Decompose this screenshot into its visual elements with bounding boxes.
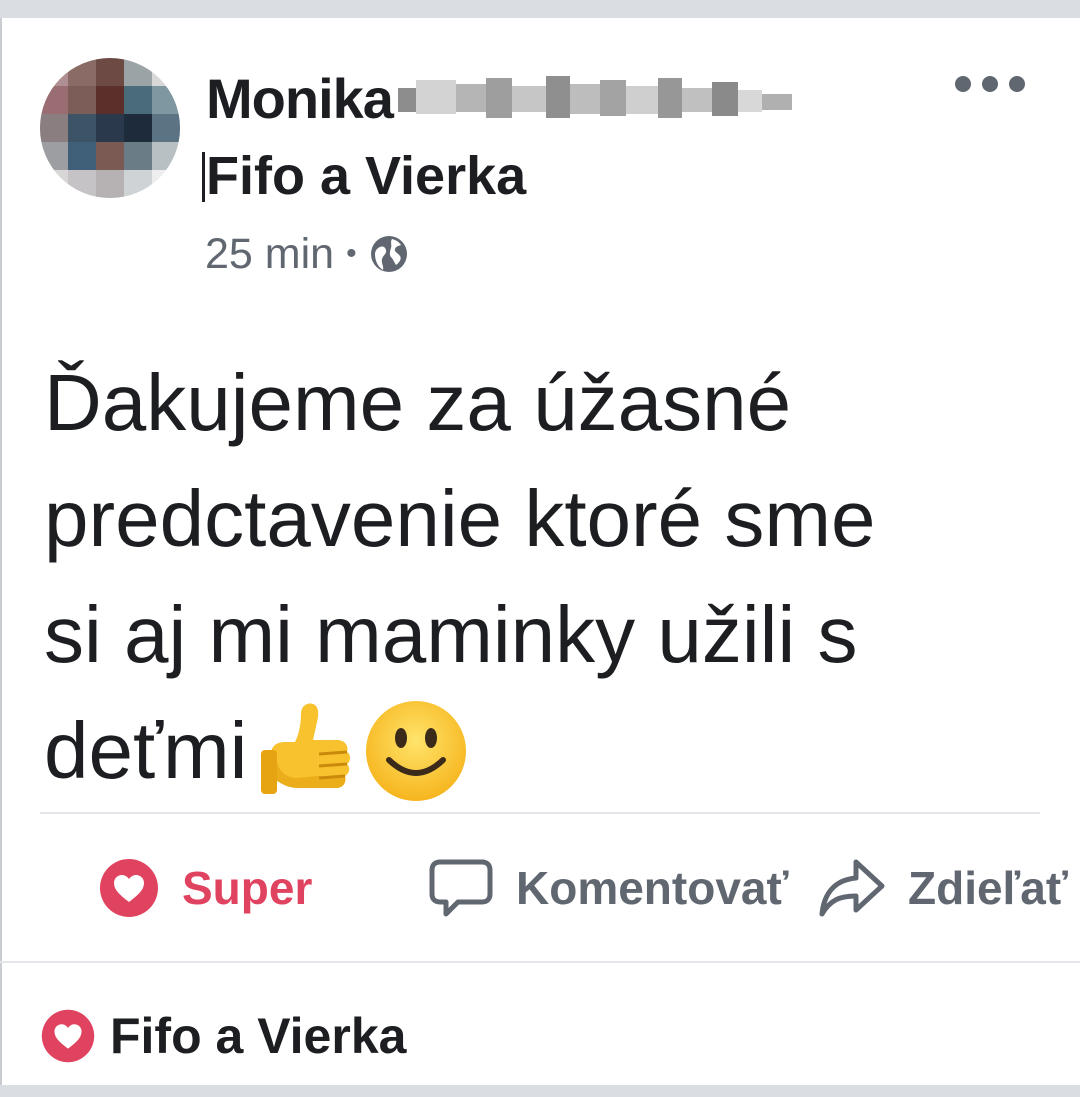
post-text-line-last: deťmi xyxy=(44,693,1054,809)
more-dot xyxy=(982,76,998,92)
globe-icon[interactable] xyxy=(369,234,409,274)
reactions-divider xyxy=(0,961,1080,963)
post-text-line: predctavenie ktoré sme xyxy=(44,474,876,563)
top-separator-band xyxy=(0,0,1080,18)
post-text-line: deťmi xyxy=(44,706,248,795)
author-name-link[interactable]: Monika xyxy=(206,67,394,130)
share-label: Zdieľať xyxy=(908,862,1068,914)
card-left-border xyxy=(0,18,2,1085)
comment-label: Komentovať xyxy=(516,862,789,914)
post-message: Ďakujeme za úžasné predctavenie ktoré sm… xyxy=(44,345,1054,809)
post-text-line: si aj mi maminky užili s xyxy=(44,590,858,679)
reactions-label: Fifo a Vierka xyxy=(110,1008,407,1064)
comment-button[interactable]: Komentovať xyxy=(428,852,789,924)
more-dot xyxy=(955,76,971,92)
super-label: Super xyxy=(182,862,313,914)
group-name-link[interactable]: Fifo a Vierka xyxy=(206,143,526,209)
post-text-line: Ďakujeme za úžasné xyxy=(44,358,792,447)
redacted-surname-blur xyxy=(398,76,792,118)
more-dot xyxy=(1009,76,1025,92)
heart-icon xyxy=(100,859,158,917)
post-timestamp[interactable]: 25 min xyxy=(205,230,334,279)
author-line: Monika xyxy=(206,66,792,132)
text-cursor-mark xyxy=(202,152,205,202)
more-options-icon[interactable] xyxy=(955,66,1025,102)
share-icon xyxy=(819,859,885,917)
share-button[interactable]: Zdieľať xyxy=(818,852,1068,924)
heart-icon xyxy=(41,1009,95,1063)
smiling-face-emoji xyxy=(366,701,467,801)
thumbs-up-emoji xyxy=(261,703,351,794)
post-meta: 25 min • xyxy=(205,224,409,284)
author-avatar[interactable] xyxy=(40,58,180,198)
meta-separator: • xyxy=(346,237,357,270)
super-reaction-button[interactable]: Super xyxy=(98,852,312,924)
reactions-summary[interactable]: Fifo a Vierka xyxy=(40,1004,406,1068)
comment-icon xyxy=(429,859,493,917)
avatar-pixelated-image xyxy=(40,58,180,198)
actions-divider xyxy=(40,812,1040,814)
bottom-separator-band xyxy=(0,1085,1080,1097)
